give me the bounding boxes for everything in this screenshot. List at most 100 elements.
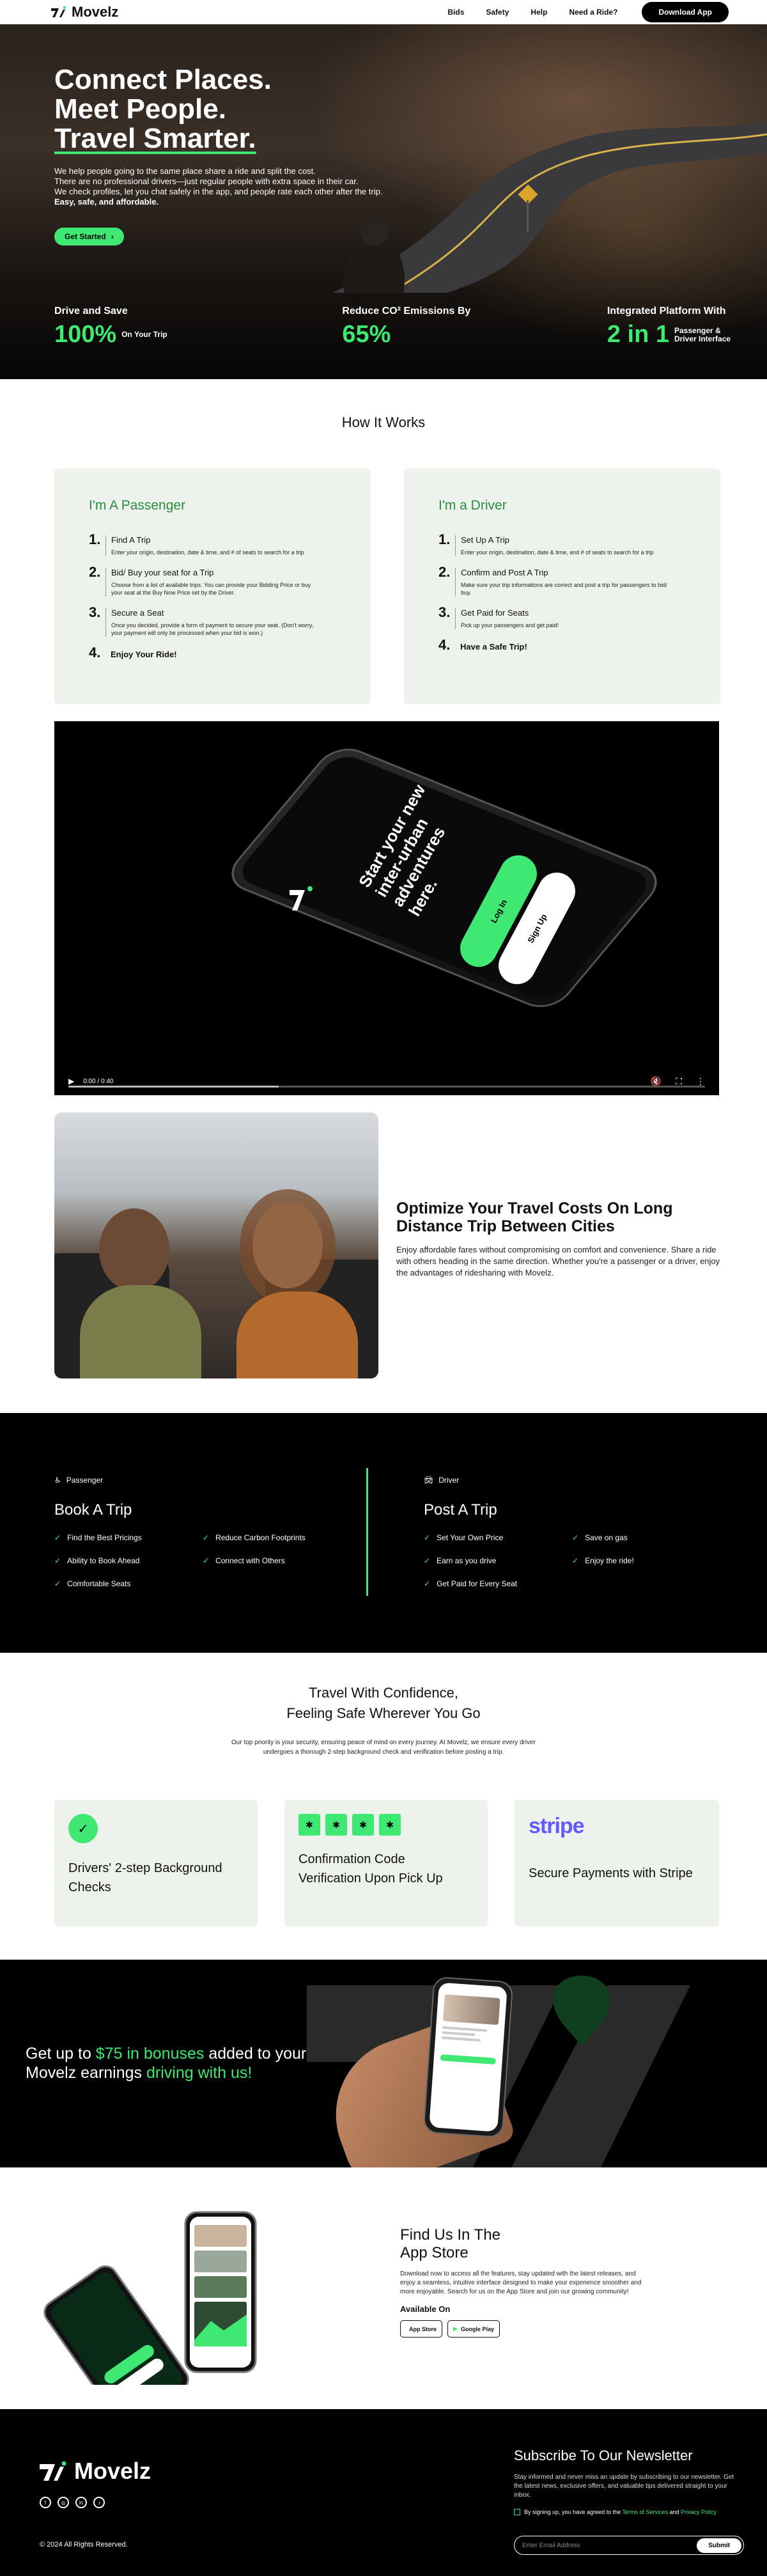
feature-item: ✓ Save on gas	[572, 1533, 713, 1542]
app-store-section: Find Us In The App Store Download now to…	[400, 2226, 656, 2338]
step-item: 4. Have a Safe Trip!	[438, 638, 686, 655]
video-controls: ▶ 0:00 / 0:40 🔇 ⛶ ⋮	[54, 1067, 719, 1095]
hero-title-line-1: Connect Places.	[54, 64, 272, 95]
stripe-logo: stripe	[529, 1814, 585, 1838]
submit-button[interactable]: Submit	[697, 2538, 741, 2553]
confidence-subtitle: Our top priority is your security, ensur…	[231, 1739, 536, 1756]
feature-item: ✓ Comfortable Seats	[54, 1579, 203, 1588]
feature-label: Get Paid for Every Seat	[437, 1579, 518, 1588]
optimize-title: Optimize Your Travel Costs On Long Dista…	[396, 1199, 673, 1235]
step-title: Find A Trip	[111, 535, 151, 545]
check-icon: ✓	[54, 1556, 61, 1565]
card-title: Confirmation Code Verification Upon Pick…	[298, 1852, 443, 1885]
terms-agreement: By signing up, you have agreed to the Te…	[514, 2509, 744, 2515]
privacy-link[interactable]: Privacy Policy	[681, 2509, 717, 2515]
app-store-body: Download now to access all the features,…	[400, 2270, 642, 2295]
video-time: 0:00 / 0:40	[83, 1077, 114, 1085]
app-store-title: Find Us In The App Store	[400, 2226, 656, 2262]
verified-badge-icon: ✓	[68, 1814, 98, 1843]
driver-steps-card: I'm a Driver 1. Set Up A Trip Enter your …	[404, 469, 720, 704]
available-on-label: Available On	[400, 2304, 451, 2314]
mute-icon[interactable]: 🔇	[651, 1076, 662, 1087]
feature-label: Comfortable Seats	[67, 1579, 131, 1588]
asterisk-icon: ✱	[379, 1814, 401, 1836]
how-it-works-title: How It Works	[341, 414, 426, 430]
background-check-card: ✓ Drivers' 2-step Background Checks	[54, 1800, 258, 1926]
step-title: Secure a Seat	[111, 608, 164, 618]
footer-brand-name: Movelz	[74, 2458, 151, 2484]
step-item: 4. Enjoy Your Ride!	[89, 646, 336, 663]
nav-links: Bids Safety Help Need a Ride? Download A…	[447, 2, 729, 22]
facebook-icon[interactable]: f	[40, 2497, 51, 2508]
step-number: 1.	[89, 531, 101, 547]
confidence-title-line-1: Travel With Confidence,	[309, 1685, 458, 1701]
step-number: 1.	[438, 531, 451, 547]
check-icon: ✓	[424, 1533, 431, 1542]
check-icon: ✓	[424, 1556, 431, 1565]
step-item: 1. Find A Trip Enter your origin, destina…	[89, 533, 336, 556]
asterisk-icon: ✱	[298, 1814, 320, 1836]
fullscreen-icon[interactable]: ⛶	[676, 1076, 682, 1087]
app-title-line-1: Find Us In The	[400, 2226, 500, 2244]
step-title: Have a Safe Trip!	[460, 642, 527, 652]
tiktok-icon[interactable]: ♪	[93, 2497, 105, 2508]
nav-link-help[interactable]: Help	[531, 8, 547, 17]
driver-bonus-banner: Get up to $75 in bonuses added to your M…	[0, 1960, 767, 2167]
stat-label: Reduce CO² Emissions By	[342, 306, 471, 316]
asterisk-icon: ✱	[325, 1814, 347, 1836]
play-icon[interactable]: ▶	[68, 1077, 74, 1086]
nav-link-bids[interactable]: Bids	[447, 8, 464, 17]
linkedin-icon[interactable]: in	[75, 2497, 87, 2508]
store-label: Google Play	[460, 2325, 494, 2332]
check-icon: ✓	[54, 1579, 61, 1588]
newsletter-body: Stay informed and never miss an update b…	[514, 2474, 734, 2499]
confidence-title-line-2: Feeling Safe Wherever You Go	[286, 1705, 481, 1721]
get-started-button[interactable]: Get Started ›	[54, 228, 124, 246]
step-number: 2.	[438, 564, 451, 580]
hero-title: Connect Places. Meet People. Travel Smar…	[54, 65, 272, 153]
nav-link-safety[interactable]: Safety	[486, 8, 509, 17]
bonus-highlight: driving with us!	[146, 2064, 252, 2082]
role-label: Driver	[438, 1476, 460, 1485]
promo-video-player[interactable]: Start your new inter-urban adventures he…	[54, 721, 719, 1095]
card-heading: I'm A Passenger	[89, 498, 186, 513]
more-options-icon[interactable]: ⋮	[696, 1076, 705, 1087]
passenger-icon: ♿︎	[54, 1476, 61, 1485]
step-item: 2. Confirm and Post A Trip Make sure your…	[438, 565, 686, 597]
feature-label: Ability to Book Ahead	[67, 1556, 140, 1565]
terms-checkbox[interactable]	[514, 2509, 520, 2515]
instagram-icon[interactable]: ◎	[58, 2497, 69, 2508]
feature-label: Reduce Carbon Footprints	[215, 1533, 306, 1542]
download-app-button[interactable]: Download App	[642, 2, 729, 22]
app-store-button[interactable]: App Store	[400, 2320, 443, 2338]
hero-title-line-2: Meet People.	[54, 93, 226, 125]
step-desc: Enter your origin, destination, date & t…	[111, 549, 304, 556]
step-item: 1. Set Up A Trip Enter your origin, desti…	[438, 533, 686, 556]
feature-item: ✓ Reduce Carbon Footprints	[203, 1533, 343, 1542]
store-buttons: App Store ▶ Google Play	[400, 2320, 656, 2338]
step-desc: Pick up your passengers and get paid!	[461, 622, 559, 628]
bonus-mid: added to your	[204, 2045, 307, 2063]
terms-link[interactable]: Terms of Services	[622, 2509, 668, 2515]
passenger-man-head	[99, 1208, 169, 1292]
hero-tagline: Easy, safe, and affordable.	[54, 197, 159, 207]
driver-features: ✓ Set Your Own Price ✓ Save on gas ✓ Earn a…	[424, 1533, 713, 1588]
google-play-icon: ▶	[453, 2325, 458, 2332]
brand-logo[interactable]: Movelz	[50, 4, 118, 20]
stat-sub: Passenger & Driver Interface	[674, 325, 731, 343]
post-trip-title: Post A Trip	[424, 1501, 497, 1518]
feature-item: ✓ Connect with Others	[203, 1556, 343, 1565]
nav-link-need-ride[interactable]: Need a Ride?	[569, 8, 617, 17]
bonus-text: Get up to $75 in bonuses added to your M…	[26, 2044, 306, 2082]
google-play-button[interactable]: ▶ Google Play	[447, 2320, 500, 2338]
confirmation-code-card: ✱ ✱ ✱ ✱ Confirmation Code Verification U…	[284, 1800, 488, 1926]
footer-logo[interactable]: Movelz	[38, 2458, 151, 2485]
email-input[interactable]	[522, 2541, 697, 2549]
bonus-amount: $75 in bonuses	[95, 2045, 205, 2063]
app-title-line-2: App Store	[400, 2244, 469, 2261]
step-title: Bid/ Buy your seat for a Trip	[111, 568, 214, 577]
feature-label: Earn as you drive	[437, 1556, 497, 1565]
book-post-section: ♿︎ Passenger Book A Trip ✓ Find the Best P…	[0, 1413, 767, 1653]
stat-value: 2 in 1	[607, 321, 669, 348]
role-label: Passenger	[66, 1476, 104, 1485]
